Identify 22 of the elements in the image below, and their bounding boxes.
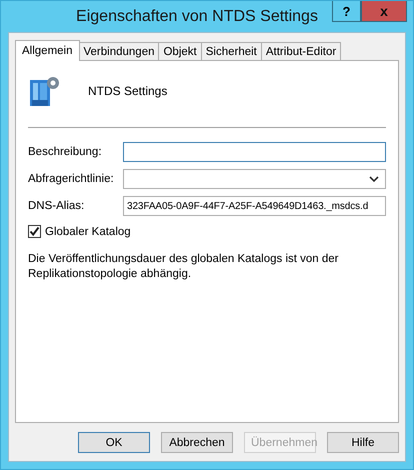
- window-title: Eigenschaften von NTDS Settings: [76, 8, 318, 26]
- field-label: DNS-Alias:: [28, 200, 86, 212]
- checkbox[interactable]: [28, 225, 41, 238]
- text-field[interactable]: 323FAA05-0A9F-44F7-A25F-A549649D1463._msdcs.d: [123, 196, 386, 216]
- help-button[interactable]: ?: [332, 1, 361, 22]
- close-button[interactable]: x: [361, 1, 407, 22]
- tab[interactable]: Objekt: [158, 42, 202, 60]
- field-label: Beschreibung:: [28, 146, 103, 158]
- object-name: NTDS Settings: [88, 84, 168, 98]
- chevron-down-icon: [369, 176, 379, 182]
- tab[interactable]: Verbindungen: [78, 42, 160, 60]
- dialog-button[interactable]: Abbrechen: [161, 432, 233, 453]
- tab[interactable]: Attribut-Editor: [260, 42, 342, 60]
- dialog-button[interactable]: OK: [78, 432, 150, 453]
- checkbox-label: Globaler Katalog: [45, 226, 131, 238]
- dialog-button[interactable]: Hilfe: [327, 432, 399, 453]
- server-gear-icon: [28, 74, 62, 108]
- text-field[interactable]: [123, 142, 386, 162]
- dropdown[interactable]: [123, 169, 386, 189]
- info-text: Die Veröffentlichungsdauer des globalen Katalogs ist von der Replikationstopologie abhängig.: [28, 252, 340, 282]
- field-label: Abfragerichtlinie:: [28, 173, 115, 185]
- tab[interactable]: Allgemein: [15, 40, 80, 61]
